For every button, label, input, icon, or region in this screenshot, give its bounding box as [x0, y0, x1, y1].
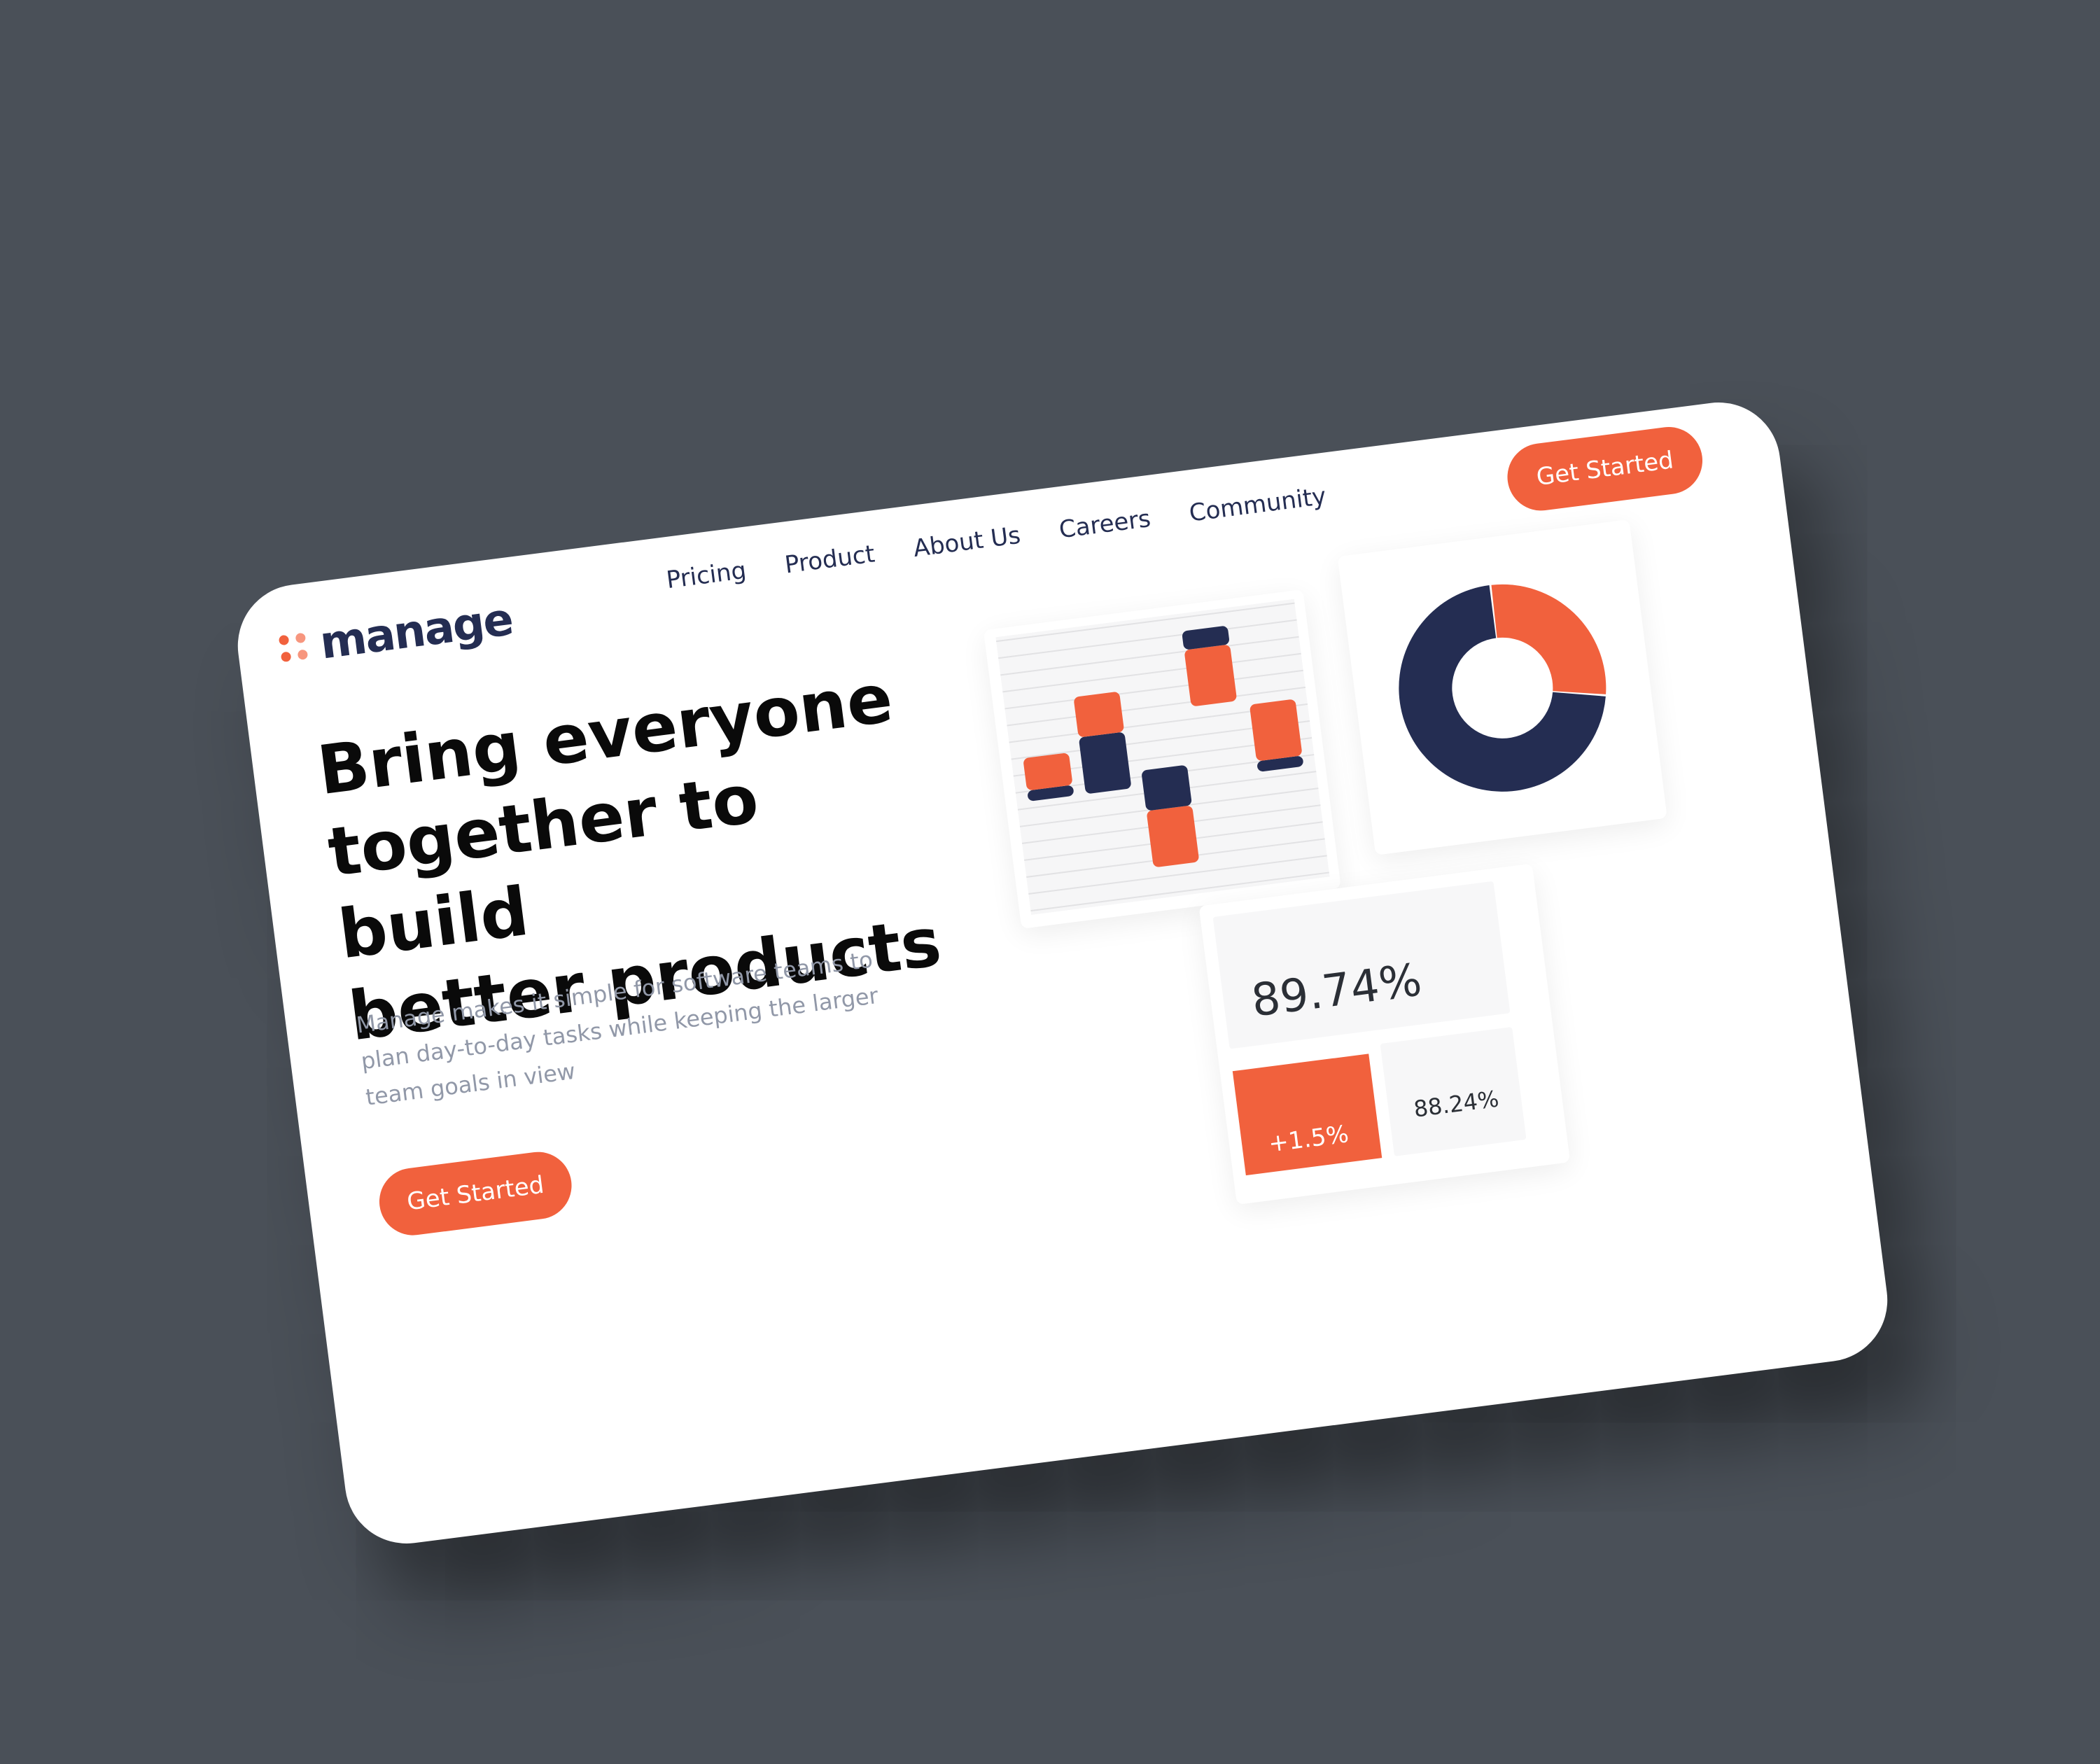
chart-bar-segment-orange [1023, 753, 1072, 790]
stat-secondary-value: 88.24% [1412, 1085, 1501, 1123]
landing-page-card: manage Pricing Product About Us Careers … [230, 395, 1895, 1551]
nav-link-about-us[interactable]: About Us [911, 522, 1022, 563]
nav-link-pricing[interactable]: Pricing [665, 556, 748, 594]
stat-main-value: 89.74% [1248, 954, 1425, 1028]
hero-get-started-button[interactable]: Get Started [375, 1147, 576, 1240]
donut-chart-panel [1337, 519, 1667, 855]
chart-bar-segment-orange [1250, 699, 1302, 761]
nav-link-community[interactable]: Community [1188, 482, 1328, 528]
logo-dot [297, 649, 309, 661]
main-nav: Pricing Product About Us Careers Communi… [665, 482, 1328, 594]
stats-panel: 89.74% +1.5% 88.24% [1198, 863, 1571, 1205]
chart-bar-segment-orange [1184, 645, 1237, 706]
stat-secondary-tile: 88.24% [1380, 1027, 1527, 1156]
logo-dot [295, 632, 307, 644]
logo-mark-icon [278, 632, 309, 663]
chart-bar-segment-navy [1079, 732, 1131, 794]
stat-change-tile: +1.5% [1232, 1054, 1382, 1176]
donut-slice-orange [1491, 584, 1606, 694]
stat-change-value: +1.5% [1266, 1120, 1350, 1158]
logo-dot [280, 651, 292, 663]
stat-main-tile: 89.74% [1212, 881, 1511, 1049]
logo-dot [278, 634, 290, 646]
chart-bar-segment-orange [1074, 692, 1124, 737]
chart-bar [1182, 626, 1237, 706]
donut-chart [1399, 584, 1606, 792]
floating-bar-chart [995, 598, 1330, 916]
logo-wordmark: manage [316, 594, 515, 670]
nav-link-careers[interactable]: Careers [1058, 505, 1152, 544]
chart-bar-segment-navy [1142, 765, 1192, 811]
chart-bar [1023, 753, 1074, 802]
logo[interactable]: manage [276, 594, 515, 675]
bar-chart-panel [983, 589, 1341, 929]
chart-bar-segment-orange [1147, 806, 1199, 867]
header-get-started-button[interactable]: Get Started [1503, 423, 1707, 515]
nav-link-product[interactable]: Product [783, 540, 876, 579]
